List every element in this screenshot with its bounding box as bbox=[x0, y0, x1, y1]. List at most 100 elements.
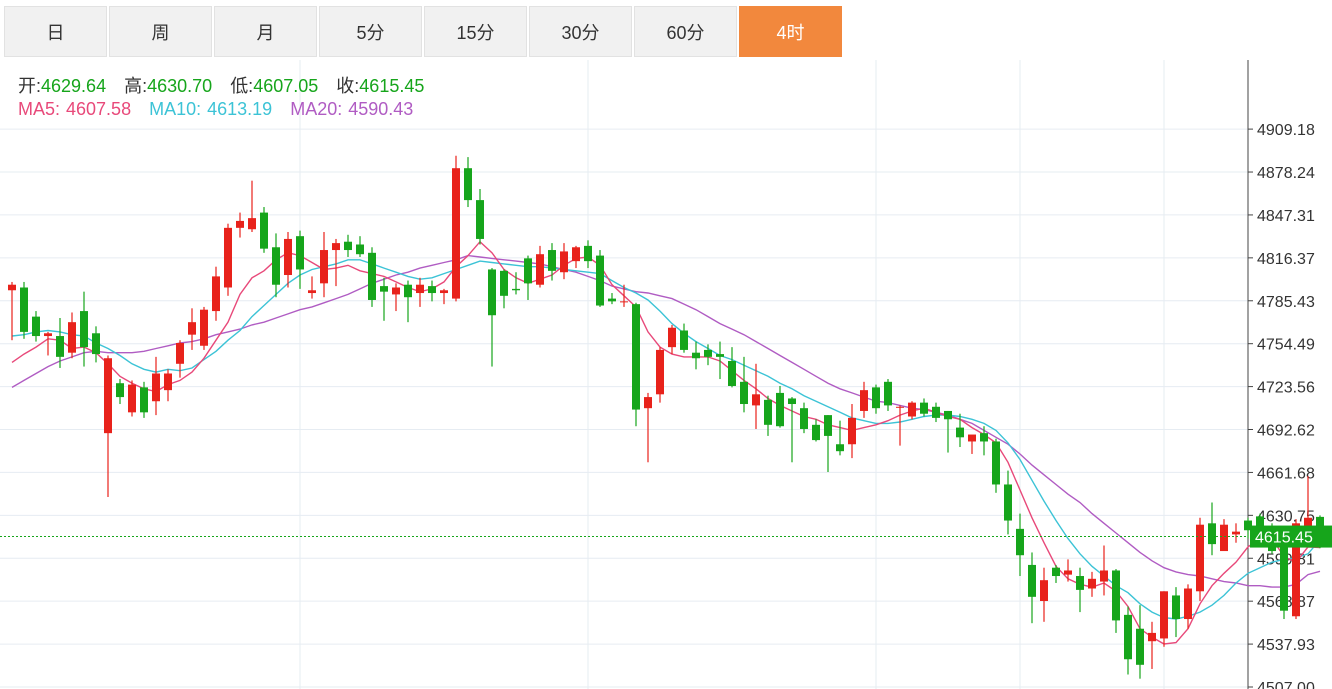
candle-body-31 bbox=[380, 286, 388, 292]
candle-body-0 bbox=[8, 284, 16, 291]
candle-body-96 bbox=[1160, 591, 1168, 639]
candle-body-37 bbox=[452, 168, 460, 299]
candle-body-4 bbox=[56, 336, 64, 357]
tab-7[interactable]: 4时 bbox=[739, 6, 842, 57]
candle-body-87 bbox=[1052, 567, 1060, 577]
low-label: 低: bbox=[230, 76, 254, 96]
candle-body-51 bbox=[620, 301, 628, 303]
candle-body-86 bbox=[1040, 580, 1048, 601]
ytick-label-0: 4909.18 bbox=[1257, 122, 1315, 139]
candle-body-20 bbox=[248, 218, 256, 230]
candle-body-14 bbox=[176, 342, 184, 364]
open-label: 开: bbox=[18, 76, 42, 96]
candle-body-58 bbox=[704, 349, 712, 357]
ma5-value: 4607.58 bbox=[66, 99, 132, 119]
candle-body-90 bbox=[1088, 578, 1096, 589]
candle-body-44 bbox=[536, 254, 544, 285]
candle-body-43 bbox=[524, 258, 532, 284]
high-value: 4630.70 bbox=[147, 76, 213, 96]
ytick-label-1: 4878.24 bbox=[1257, 165, 1315, 182]
candle-body-27 bbox=[332, 243, 340, 251]
candle-body-75 bbox=[908, 402, 916, 417]
ma10-line bbox=[11, 259, 1321, 620]
tab-3[interactable]: 5分 bbox=[319, 6, 422, 57]
candle-body-84 bbox=[1016, 528, 1024, 556]
tab-0[interactable]: 日 bbox=[4, 6, 107, 57]
candle-body-35 bbox=[428, 286, 436, 294]
ma5-label: MA5: bbox=[18, 99, 61, 119]
candle-body-22 bbox=[272, 247, 280, 285]
candle-body-21 bbox=[260, 212, 268, 249]
tab-5[interactable]: 30分 bbox=[529, 6, 632, 57]
candle-body-25 bbox=[308, 290, 316, 294]
candle-body-49 bbox=[596, 255, 604, 306]
candle-body-99 bbox=[1196, 524, 1204, 592]
candle-body-108 bbox=[1304, 517, 1312, 527]
candle-body-72 bbox=[872, 387, 880, 409]
candle-body-7 bbox=[92, 333, 100, 355]
candle-body-77 bbox=[932, 406, 940, 418]
close-label: 收: bbox=[336, 76, 360, 96]
tab-2[interactable]: 月 bbox=[214, 6, 317, 57]
candle-body-102 bbox=[1232, 531, 1240, 535]
candle-body-76 bbox=[920, 402, 928, 414]
candle-body-46 bbox=[560, 251, 568, 273]
ohlc-readout: 开:4629.64 高:4630.70 低:4607.05 收:4615.45 bbox=[18, 72, 442, 98]
candle-body-70 bbox=[848, 417, 856, 445]
tab-4[interactable]: 15分 bbox=[424, 6, 527, 57]
ytick-label-6: 4723.56 bbox=[1257, 380, 1315, 397]
ytick-label-5: 4754.49 bbox=[1257, 337, 1315, 354]
ytick-label-3: 4816.37 bbox=[1257, 251, 1315, 268]
candle-body-8 bbox=[104, 358, 112, 434]
candle-body-5 bbox=[68, 322, 76, 353]
candle-body-64 bbox=[776, 392, 784, 427]
candle-body-66 bbox=[800, 408, 808, 429]
candle-body-41 bbox=[500, 270, 508, 296]
ma20-value: 4590.43 bbox=[348, 99, 414, 119]
candle-body-10 bbox=[128, 384, 136, 413]
candle-body-92 bbox=[1112, 570, 1120, 621]
candle-body-59 bbox=[716, 354, 724, 357]
candle-body-9 bbox=[116, 383, 124, 398]
tab-1[interactable]: 周 bbox=[109, 6, 212, 57]
candlestick-chart: 4909.18 4878.24 4847.31 4816.37 4785.43 4754.… bbox=[0, 60, 1332, 689]
candle-body-100 bbox=[1208, 523, 1216, 545]
candle-body-3 bbox=[44, 333, 52, 337]
candle-body-17 bbox=[212, 276, 220, 312]
candle-body-6 bbox=[80, 311, 88, 348]
candle-body-97 bbox=[1172, 595, 1180, 620]
candle-body-71 bbox=[860, 390, 868, 411]
candle-body-33 bbox=[404, 284, 412, 298]
candle-body-15 bbox=[188, 322, 196, 335]
candle-body-2 bbox=[32, 316, 40, 337]
candle-body-98 bbox=[1184, 588, 1192, 620]
ma-readout: MA5: 4607.58 MA10: 4613.19 MA20: 4590.43 bbox=[18, 99, 413, 120]
candle-body-53 bbox=[644, 397, 652, 409]
candle-body-52 bbox=[632, 304, 640, 410]
candle-body-29 bbox=[356, 244, 364, 255]
candle-body-101 bbox=[1220, 524, 1228, 552]
ytick-label-4: 4785.43 bbox=[1257, 294, 1315, 311]
high-label: 高: bbox=[124, 76, 148, 96]
candle-body-55 bbox=[668, 327, 676, 348]
candle-body-67 bbox=[812, 424, 820, 441]
tab-6[interactable]: 60分 bbox=[634, 6, 737, 57]
ma20-label: MA20: bbox=[290, 99, 343, 119]
ma10-label: MA10: bbox=[149, 99, 202, 119]
candle-body-63 bbox=[764, 399, 772, 425]
candle-body-68 bbox=[824, 415, 832, 436]
ma10-value: 4613.19 bbox=[207, 99, 273, 119]
candle-body-38 bbox=[464, 168, 472, 201]
open-value: 4629.64 bbox=[41, 76, 107, 96]
candle-body-18 bbox=[224, 227, 232, 288]
candle-body-24 bbox=[296, 236, 304, 270]
candle-body-30 bbox=[368, 252, 376, 300]
candle-body-74 bbox=[896, 406, 904, 408]
candle-body-83 bbox=[1004, 484, 1012, 521]
ytick-label-7: 4692.62 bbox=[1257, 423, 1315, 440]
candle-body-89 bbox=[1076, 576, 1084, 590]
candle-body-94 bbox=[1136, 628, 1144, 665]
candle-body-34 bbox=[416, 284, 424, 294]
candle-body-16 bbox=[200, 309, 208, 346]
candle-body-80 bbox=[968, 434, 976, 442]
